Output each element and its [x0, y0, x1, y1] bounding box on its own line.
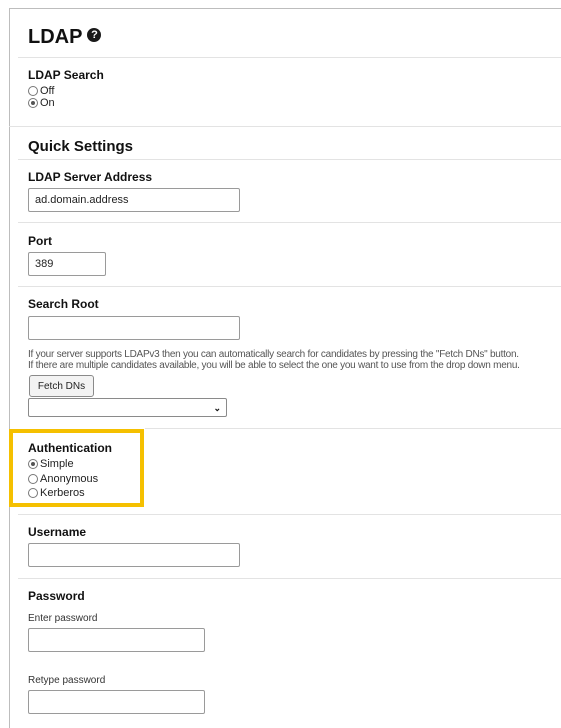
fetch-dns-button[interactable]: Fetch DNs [29, 375, 94, 397]
enter-password-input[interactable] [28, 628, 205, 652]
divider [18, 578, 561, 579]
enter-password-label: Enter password [28, 613, 98, 624]
retype-password-label: Retype password [28, 675, 106, 686]
radio-off[interactable] [28, 86, 38, 96]
divider [18, 286, 561, 287]
port-input[interactable]: 389 [28, 252, 106, 276]
search-root-label: Search Root [28, 297, 99, 311]
ldap-search-label: LDAP Search [28, 68, 104, 82]
ldap-search-off-option[interactable]: Off [28, 85, 54, 97]
divider [18, 57, 561, 58]
username-label: Username [28, 525, 87, 539]
divider [9, 126, 561, 127]
ldap-search-on-label: On [40, 97, 55, 109]
divider [145, 428, 561, 429]
auth-anonymous-label: Anonymous [40, 473, 99, 485]
divider [18, 514, 561, 515]
port-value: 389 [35, 258, 54, 270]
port-label: Port [28, 234, 52, 248]
auth-simple-label: Simple [40, 458, 74, 470]
search-root-input[interactable] [28, 316, 240, 340]
page-title-text: LDAP [28, 26, 83, 48]
divider [18, 222, 561, 223]
page-title: LDAP ? [28, 26, 102, 49]
username-input[interactable] [28, 543, 240, 567]
server-address-input[interactable]: ad.domain.address [28, 188, 240, 212]
ldap-search-off-label: Off [40, 85, 55, 97]
retype-password-input[interactable] [28, 690, 205, 714]
quick-settings-title: Quick Settings [28, 138, 134, 155]
chevron-down-icon: ⌄ [213, 403, 221, 413]
help-icon[interactable]: ? [87, 27, 102, 42]
auth-anonymous-option[interactable]: Anonymous [28, 473, 98, 485]
auth-kerberos-option[interactable]: Kerberos [28, 487, 85, 499]
password-label: Password [28, 589, 85, 603]
search-root-help-line1: If your server supports LDAPv3 then you … [28, 349, 519, 360]
search-root-help-line2: If there are multiple candidates availab… [28, 360, 520, 371]
server-address-value: ad.domain.address [35, 194, 129, 206]
radio-kerberos[interactable] [28, 488, 38, 498]
auth-simple-option[interactable]: Simple [28, 458, 74, 470]
ldap-search-on-option[interactable]: On [28, 97, 55, 109]
radio-on[interactable] [28, 98, 38, 108]
radio-simple[interactable] [28, 459, 38, 469]
dn-select[interactable]: ⌄ [28, 398, 227, 417]
server-address-label: LDAP Server Address [28, 170, 153, 184]
authentication-label: Authentication [28, 441, 112, 455]
radio-anonymous[interactable] [28, 474, 38, 484]
divider [18, 159, 561, 160]
auth-kerberos-label: Kerberos [40, 487, 85, 499]
